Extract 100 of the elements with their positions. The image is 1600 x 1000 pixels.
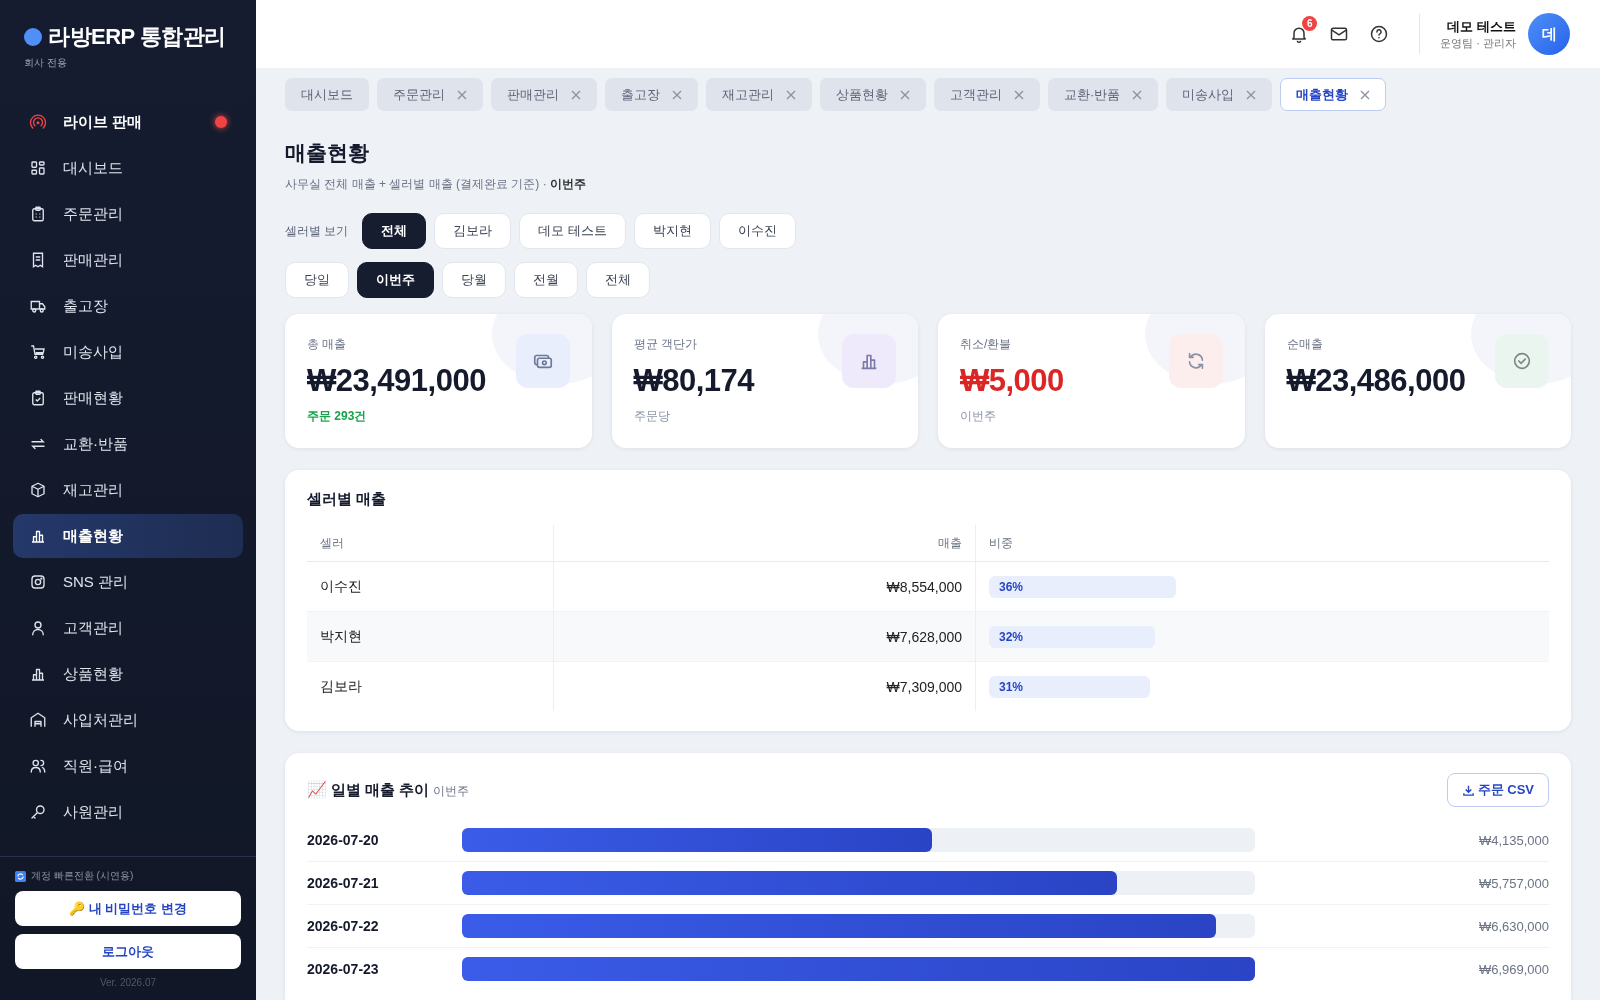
change-password-button[interactable]: 🔑 내 비밀번호 변경 xyxy=(15,891,241,926)
account-switch-label[interactable]: 계정 빠른전환 (시연용) xyxy=(31,869,134,883)
close-icon[interactable] xyxy=(1360,89,1371,100)
sidebar-item[interactable]: 직원·급여 xyxy=(13,744,243,788)
page-tab[interactable]: 주문관리 xyxy=(377,78,483,111)
share-bar: 31% xyxy=(989,675,1151,698)
stat-label: 취소/환불 xyxy=(960,336,1012,353)
user-avatar[interactable]: 데 xyxy=(1528,13,1570,55)
page-tab[interactable]: 재고관리 xyxy=(706,78,812,111)
page-tab[interactable]: 판매관리 xyxy=(491,78,597,111)
stat-value: ₩5,000 xyxy=(960,363,1064,399)
page-tab[interactable]: 대시보드 xyxy=(285,78,369,111)
sidebar-item[interactable]: 상품현황 xyxy=(13,652,243,696)
logo-dot-icon xyxy=(24,28,42,46)
seller-filter-chip[interactable]: 이수진 xyxy=(718,213,796,249)
page-tab[interactable]: 미송사입 xyxy=(1166,78,1273,111)
stat-note: 이번주 xyxy=(960,408,996,425)
stat-value: ₩23,486,000 xyxy=(1286,363,1466,399)
sidebar-item[interactable]: 사입처관리 xyxy=(13,698,243,742)
close-icon[interactable] xyxy=(786,89,796,100)
page-tab[interactable]: 고객관리 xyxy=(934,78,1040,111)
download-icon xyxy=(1461,783,1475,797)
page-tab[interactable]: 매출현황 xyxy=(1280,78,1387,111)
logout-button[interactable]: 로그아웃 xyxy=(15,934,241,969)
seller-filter-chip[interactable]: 김보라 xyxy=(434,213,512,249)
filter-label: 셀러별 보기 xyxy=(285,222,349,240)
sales-amount: ₩4,135,000 xyxy=(1478,832,1549,848)
chart-emoji: 📈 xyxy=(307,780,327,799)
close-icon[interactable] xyxy=(571,89,581,100)
refresh-icon xyxy=(15,870,26,882)
sidebar-item[interactable]: SNS 관리 xyxy=(13,560,243,604)
sidebar-item[interactable]: 라이브 판매 xyxy=(13,100,243,144)
close-icon[interactable] xyxy=(900,89,910,100)
mail-icon[interactable] xyxy=(1329,24,1350,44)
sidebar-item[interactable]: 교환·반품 xyxy=(13,422,243,466)
sidebar-item[interactable]: 주문관리 xyxy=(13,192,243,236)
period-filter-chip[interactable]: 당월 xyxy=(442,262,506,298)
help-icon[interactable] xyxy=(1369,24,1390,44)
share-bar: 32% xyxy=(989,625,1156,648)
sales-amount: ₩6,969,000 xyxy=(1478,961,1549,977)
close-icon[interactable] xyxy=(1132,89,1143,100)
sidebar-item[interactable]: 판매현황 xyxy=(13,376,243,420)
period-filter-chip[interactable]: 당일 xyxy=(285,262,349,298)
sidebar-item[interactable]: 사원관리 xyxy=(13,790,243,834)
sidebar-item[interactable]: 재고관리 xyxy=(13,468,243,512)
clipboard-check-icon xyxy=(29,389,47,407)
table-cell: ₩7,309,000 xyxy=(553,661,976,711)
page-subtitle: 사무실 전체 매출 + 셀러별 매출 (결제완료 기준) · 이번주 xyxy=(285,176,587,193)
period-filter-chip[interactable]: 전체 xyxy=(586,262,650,298)
stat-label: 총 매출 xyxy=(307,336,347,353)
stat-value: ₩23,491,000 xyxy=(307,363,486,399)
close-icon[interactable] xyxy=(1246,89,1257,100)
version-label: Ver. 2026.07 xyxy=(99,977,157,988)
sales-amount: ₩6,630,000 xyxy=(1478,918,1549,934)
stat-value: ₩80,174 xyxy=(633,363,755,399)
seller-filter-chip[interactable]: 전체 xyxy=(362,213,427,249)
people-icon xyxy=(29,757,47,775)
column-header: 매출 xyxy=(553,525,976,562)
date-label: 2026-07-21 xyxy=(307,875,380,891)
broadcast-icon xyxy=(29,113,47,131)
camera-icon xyxy=(29,573,47,591)
date-label: 2026-07-23 xyxy=(307,961,380,977)
column-header: 비중 xyxy=(975,525,1549,562)
panel-title: 셀러별 매출 xyxy=(307,490,388,509)
grid-icon xyxy=(29,159,47,177)
sidebar-item[interactable]: 판매관리 xyxy=(13,238,243,282)
period-label: 이번주 xyxy=(433,783,470,800)
page-tab[interactable]: 출고장 xyxy=(605,78,698,111)
period-filter-chip[interactable]: 전월 xyxy=(514,262,578,298)
seller-filter-chip[interactable]: 박지현 xyxy=(633,213,711,249)
page-title: 매출현황 xyxy=(285,140,370,166)
user-role: 운영팀 · 관리자 xyxy=(1440,35,1516,51)
cart-icon xyxy=(29,343,47,361)
sidebar-item[interactable]: 출고장 xyxy=(13,284,243,328)
page-tab[interactable]: 교환·반품 xyxy=(1048,78,1159,111)
brand-subtitle: 회사 전용 xyxy=(24,56,67,70)
page-tab[interactable]: 상품현황 xyxy=(820,78,926,111)
user-name: 데모 테스트 xyxy=(1447,17,1516,36)
box-icon xyxy=(29,481,47,499)
close-icon[interactable] xyxy=(457,89,467,100)
close-icon[interactable] xyxy=(1014,89,1024,100)
panel-title: 일별 매출 추이 xyxy=(331,781,430,800)
period-filter-chip[interactable]: 이번주 xyxy=(357,262,434,298)
table-cell: ₩7,628,000 xyxy=(553,611,976,662)
building-icon xyxy=(29,711,47,729)
stat-label: 평균 객단가 xyxy=(633,336,697,353)
sidebar-item[interactable]: 고객관리 xyxy=(13,606,243,650)
person-icon xyxy=(29,619,47,637)
sidebar-item[interactable]: 매출현황 xyxy=(13,514,243,558)
seller-filter-chip[interactable]: 데모 테스트 xyxy=(519,213,626,249)
sidebar-item[interactable]: 대시보드 xyxy=(13,146,243,190)
notification-badge: 6 xyxy=(1302,16,1318,31)
stat-note: 주문당 xyxy=(633,408,670,425)
close-icon[interactable] xyxy=(672,89,682,100)
table-cell: 박지현 xyxy=(307,611,554,662)
stat-note: 주문 293건 xyxy=(307,408,367,425)
key-icon xyxy=(29,803,47,821)
csv-export-button[interactable]: 주문 CSV xyxy=(1446,773,1549,807)
clipboard-icon xyxy=(29,205,47,223)
sidebar-item[interactable]: 미송사입 xyxy=(13,330,243,374)
